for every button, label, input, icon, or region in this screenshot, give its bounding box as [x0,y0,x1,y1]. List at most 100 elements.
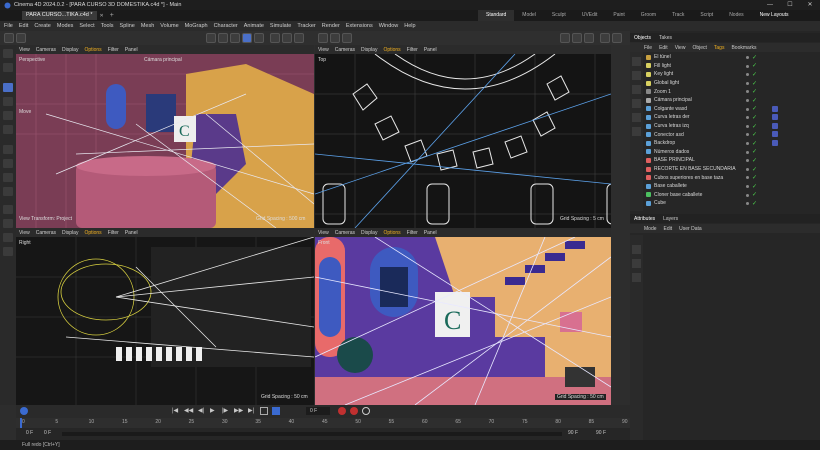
vp-menu-filter[interactable]: Filter [407,230,418,236]
visibility-dot-icon[interactable] [746,167,749,171]
sculpt-icon[interactable] [3,233,13,242]
enable-check-icon[interactable]: ✓ [752,105,757,112]
enable-check-icon[interactable]: ✓ [752,157,757,164]
layout-model[interactable]: Model [514,10,544,21]
close-tab-icon[interactable]: ✕ [100,13,104,19]
viewport-top[interactable]: View Cameras Display Options Filter Pane… [315,45,611,228]
vp-menu-panel[interactable]: Panel [424,47,437,53]
playhead[interactable] [20,418,22,428]
vp-menu-options[interactable]: Options [383,230,400,236]
vp-menu-options[interactable]: Options [383,47,400,53]
material-tag-icon[interactable] [772,140,778,146]
vp-menu-cameras[interactable]: Cameras [335,47,355,53]
vp-menu-display[interactable]: Display [62,230,78,236]
menu-simulate[interactable]: Simulate [270,23,291,29]
object-row[interactable]: Cámara principal ✓ [644,96,820,105]
menu-tools[interactable]: Tools [101,23,114,29]
autokey-icon[interactable] [272,407,280,415]
vp-menu-panel[interactable]: Panel [125,47,138,53]
menu-spline[interactable]: Spline [120,23,135,29]
settings-icon[interactable] [612,33,622,43]
tab-attributes[interactable]: Attributes [630,216,659,222]
polygons-mode-icon[interactable] [242,33,252,43]
autokey-record-icon[interactable] [350,407,358,415]
enable-check-icon[interactable]: ✓ [752,148,757,155]
vp-menu-view[interactable]: View [19,47,30,53]
vp-menu-view[interactable]: View [19,230,30,236]
object-row[interactable]: RECORTE EN BASE SECUNDARIA ✓ [644,165,820,174]
object-row[interactable]: BASE PRINCIPAL ✓ [644,156,820,165]
search-icon[interactable] [600,33,610,43]
range-slider[interactable] [62,432,562,436]
object-row[interactable]: Base caballete ✓ [644,182,820,191]
scale-tool-icon[interactable] [3,111,13,120]
range-start-field[interactable]: 0 F [26,430,33,436]
maximize-button[interactable]: ☐ [780,0,800,10]
live-selection-icon[interactable] [3,63,13,72]
layout-new[interactable]: New Layouts [752,10,797,21]
tab-takes[interactable]: Takes [655,35,676,41]
loop-icon[interactable] [260,407,268,415]
keyframe-record-icon[interactable] [20,407,28,415]
prev-frame-icon[interactable]: ◀| [198,407,204,414]
vp-menu-filter[interactable]: Filter [108,230,119,236]
visibility-dot-icon[interactable] [746,81,749,85]
display-icon[interactable] [560,33,570,43]
menu-modes[interactable]: Modes [57,23,74,29]
snap-settings-icon[interactable] [632,259,641,268]
visibility-dot-icon[interactable] [746,142,749,145]
visibility-dot-icon[interactable] [746,124,749,128]
layers-icon[interactable] [3,247,13,256]
menu-window[interactable]: Window [379,23,399,29]
attr-menu-mode[interactable]: Mode [644,226,657,232]
visibility-dot-icon[interactable] [746,193,749,197]
enable-check-icon[interactable]: ✓ [752,80,757,87]
visibility-dot-icon[interactable] [746,64,749,68]
obj-menu-file[interactable]: File [644,45,652,51]
menu-mograph[interactable]: MoGraph [185,23,208,29]
menu-character[interactable]: Character [214,23,238,29]
visibility-dot-icon[interactable] [746,150,749,154]
visibility-dot-icon[interactable] [746,99,749,102]
menu-animate[interactable]: Animate [244,23,264,29]
layout-track[interactable]: Track [664,10,692,21]
timeline-ruler[interactable]: 0 5 10 15 20 25 30 35 40 45 50 55 60 65 70 75 80 85 90 [16,418,630,428]
object-row[interactable]: Fill light ✓ [644,62,820,71]
key-selection-icon[interactable] [362,407,370,415]
grid-icon[interactable] [572,33,582,43]
vp-menu-options[interactable]: Options [84,47,101,53]
enable-check-icon[interactable]: ✓ [752,88,757,95]
enable-check-icon[interactable]: ✓ [752,97,757,104]
menu-mesh[interactable]: Mesh [141,23,154,29]
vp-menu-panel[interactable]: Panel [125,230,138,236]
vp-menu-display[interactable]: Display [361,230,377,236]
material-tag-icon[interactable] [772,131,778,138]
attr-menu-userdata[interactable]: User Data [679,226,702,232]
snap-icon[interactable] [270,33,280,43]
enable-check-icon[interactable]: ✓ [752,166,757,173]
layout-paint[interactable]: Paint [605,10,632,21]
visibility-dot-icon[interactable] [746,133,749,137]
vp-menu-view[interactable]: View [318,230,329,236]
enable-check-icon[interactable]: ✓ [752,174,757,181]
knife-icon[interactable] [3,173,13,182]
material-tag-icon[interactable] [772,105,778,112]
vp-menu-cameras[interactable]: Cameras [335,230,355,236]
object-row[interactable]: Curva letras izq ✓ [644,122,820,131]
record-icon[interactable] [338,407,346,415]
menu-help[interactable]: Help [404,23,415,29]
paint-icon[interactable] [3,219,13,228]
object-row[interactable]: Números dados ✓ [644,148,820,157]
enable-check-icon[interactable]: ✓ [752,183,757,190]
vp-menu-display[interactable]: Display [361,47,377,53]
workplane-icon[interactable] [294,33,304,43]
visibility-dot-icon[interactable] [746,159,749,163]
spline-pen-icon[interactable] [3,145,13,154]
select-tool-icon[interactable] [3,49,13,58]
layout-sculpt[interactable]: Sculpt [544,10,574,21]
minimize-button[interactable]: — [760,0,780,10]
current-frame-field[interactable]: 0 F [306,407,330,415]
new-tab-icon[interactable]: + [110,12,114,19]
prev-key-icon[interactable]: ◀◀ [184,407,193,414]
tab-layers[interactable]: Layers [659,216,682,222]
